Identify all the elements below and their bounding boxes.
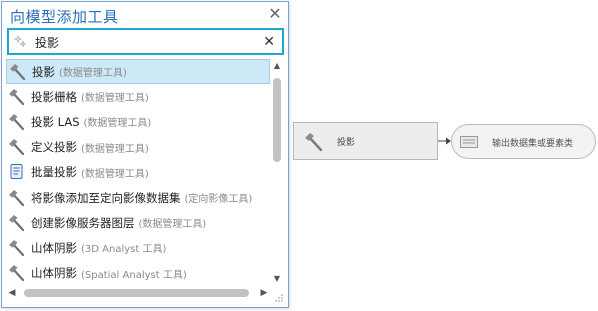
result-toolbox-name: (数据管理工具) xyxy=(81,93,149,105)
result-toolbox-name: (Spatial Analyst 工具) xyxy=(81,269,187,281)
result-toolbox-name: (数据管理工具) xyxy=(81,168,149,180)
hammer-icon xyxy=(8,113,26,131)
output-node-label: 输出数据集或要素类 xyxy=(492,139,574,149)
connector-arrow xyxy=(438,137,451,145)
result-row[interactable]: 投影 LAS (数据管理工具) xyxy=(6,109,270,134)
result-row[interactable]: 投影栅格 (数据管理工具) xyxy=(6,84,270,109)
vertical-scrollbar[interactable]: ▲ ▼ xyxy=(270,60,284,285)
result-tool-name: 山体阴影 xyxy=(31,266,77,281)
resize-grip-icon[interactable] xyxy=(274,293,284,303)
hammer-icon xyxy=(8,138,26,156)
result-row[interactable]: 将影像添加至定向影像数据集 (定向影像工具) xyxy=(6,185,270,210)
result-tool-name: 山体阴影 xyxy=(31,240,77,255)
model-output-node[interactable]: 输出数据集或要素类 xyxy=(451,124,596,159)
result-row[interactable]: 山体阴影 (Spatial Analyst 工具) xyxy=(6,261,270,286)
horizontal-scrollbar[interactable]: ◀ ▶ xyxy=(6,286,270,300)
clear-search-icon[interactable]: ✕ xyxy=(263,33,275,51)
model-tool-node[interactable]: 投影 xyxy=(293,122,438,160)
result-tool-name: 投影 LAS xyxy=(31,114,80,129)
hammer-icon xyxy=(8,239,26,257)
hammer-icon xyxy=(305,133,323,152)
result-toolbox-name: (数据管理工具) xyxy=(138,219,207,231)
popup-title: 向模型添加工具 xyxy=(10,8,119,26)
result-tool-name: 投影 xyxy=(32,64,55,79)
result-row[interactable]: 山体阴影 (3D Analyst 工具) xyxy=(6,235,270,260)
sparkle-search-icon xyxy=(13,34,28,49)
search-input[interactable] xyxy=(35,33,255,51)
horizontal-scroll-thumb[interactable] xyxy=(24,289,249,297)
result-row[interactable]: 定义投影 (数据管理工具) xyxy=(6,135,270,160)
tool-node-label: 投影 xyxy=(337,138,356,148)
result-toolbox-name: (定向影像工具) xyxy=(184,194,253,206)
search-box[interactable]: ✕ xyxy=(7,28,284,55)
result-tool-name: 投影栅格 xyxy=(31,89,77,104)
result-tool-name: 将影像添加至定向影像数据集 xyxy=(31,190,181,205)
result-toolbox-name: (数据管理工具) xyxy=(81,143,149,155)
results-list: 投影 (数据管理工具) 投影栅格 (数据管理工具) 投影 LAS (数据管理工具) 定义投影… xyxy=(6,59,270,285)
result-row[interactable]: 投影 (数据管理工具) xyxy=(6,59,270,85)
close-icon[interactable]: ✕ xyxy=(267,6,283,22)
scroll-up-icon[interactable]: ▲ xyxy=(270,60,284,72)
result-row[interactable]: 批量投影 (数据管理工具) xyxy=(6,160,270,185)
hammer-icon xyxy=(8,264,26,282)
script-icon xyxy=(8,163,26,181)
dataset-icon xyxy=(460,136,478,148)
result-tool-name: 定义投影 xyxy=(31,140,77,155)
hammer-icon xyxy=(8,88,26,106)
scroll-left-icon[interactable]: ◀ xyxy=(6,286,18,300)
hammer-icon xyxy=(8,189,26,207)
add-tool-popup: 向模型添加工具 ✕ ✕ 投影(数据管理工具)投影栅格(数据管理工具)投影 LAS… xyxy=(1,1,289,308)
result-row[interactable]: 创建影像服务器图层 (数据管理工具) xyxy=(6,210,270,235)
result-toolbox-name: (数据管理工具) xyxy=(59,68,127,80)
scroll-right-icon[interactable]: ▶ xyxy=(258,286,270,300)
vertical-scroll-thumb[interactable] xyxy=(273,78,281,162)
scroll-down-icon[interactable]: ▼ xyxy=(270,273,284,285)
result-toolbox-name: (3D Analyst 工具) xyxy=(81,244,167,256)
result-toolbox-name: (数据管理工具) xyxy=(83,118,152,130)
hammer-icon xyxy=(8,214,26,232)
hammer-icon xyxy=(9,63,27,81)
result-tool-name: 批量投影 xyxy=(31,165,77,180)
result-tool-name: 创建影像服务器图层 xyxy=(31,215,135,230)
